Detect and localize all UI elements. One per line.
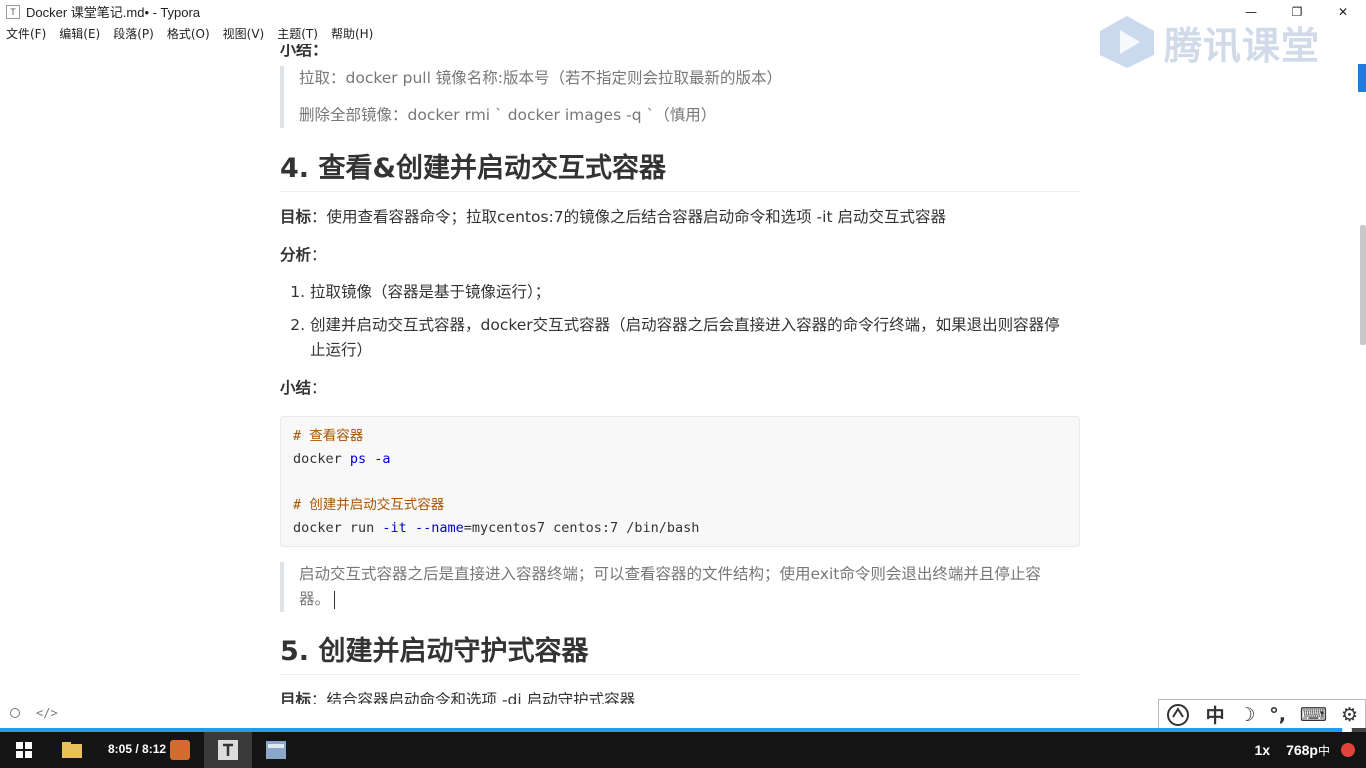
input-language[interactable]: 中 [1318, 742, 1330, 759]
summary-colon: ： [311, 379, 327, 397]
menu-view[interactable]: 视图(V) [223, 25, 265, 42]
goal-paragraph: 目标：使用查看容器命令；拉取centos:7的镜像之后结合容器启动命令和选项 -… [280, 205, 946, 230]
play-logo-icon [1099, 16, 1154, 68]
list-item: 1. 拉取镜像（容器是基于镜像运行）； [280, 280, 1080, 305]
tencent-classroom-watermark: 腾讯课堂 [1096, 14, 1320, 70]
code-command: docker [293, 451, 350, 467]
code-option: --name [414, 520, 464, 536]
list-text: 拉取镜像（容器是基于镜像运行）； [310, 283, 551, 301]
list-number: 1. [290, 283, 305, 301]
list-text: 创建并启动交互式容器，docker交互式容器（启动容器之后会直接进入容器的命令行… [310, 316, 1060, 359]
side-panel-tab[interactable] [1358, 64, 1366, 92]
menu-format[interactable]: 格式(O) [167, 25, 210, 42]
ime-chinese-mode[interactable]: 中 [1206, 701, 1225, 728]
vertical-scrollbar-thumb[interactable] [1360, 225, 1366, 345]
ime-halfwidth-icon[interactable]: ☽ [1238, 704, 1255, 726]
gear-icon[interactable]: ⚙ [1341, 704, 1358, 726]
code-option: -a [366, 451, 391, 467]
analysis-label: 分析 [280, 246, 312, 264]
ime-toolbar: 中 ☽ °, ⌨ ⚙ [1158, 699, 1366, 730]
status-bar: </> [10, 706, 58, 720]
taskbar-terminal-icon[interactable] [252, 732, 300, 768]
taskbar: 8:05 / 8:12 1x 768p 中 [0, 732, 1366, 768]
heading-4: 4. 查看&创建并启动交互式容器 [280, 146, 1080, 192]
outline-toggle-icon[interactable] [10, 708, 20, 718]
ime-punctuation-icon[interactable]: °, [1269, 704, 1286, 726]
quote-line: 启动交互式容器之后是直接进入容器终端；可以查看容器的文件结构；使用exit命令则… [299, 565, 1041, 608]
quote-line: 拉取：docker pull 镜像名称:版本号（若不指定则会拉取最新的版本） [299, 69, 783, 87]
menu-help[interactable]: 帮助(H) [331, 25, 373, 42]
heading-5: 5. 创建并启动守护式容器 [280, 629, 1080, 675]
summary-paragraph: 小结： [280, 376, 327, 401]
code-line: # 查看容器 [293, 425, 1067, 448]
code-block[interactable]: # 查看容器 docker ps -a # 创建并启动交互式容器 docker … [280, 416, 1080, 547]
goal-text: ：结合容器启动命令和选项 -di 启动守护式容器 [311, 691, 636, 704]
menu-file[interactable]: 文件(F) [6, 25, 46, 42]
menu-paragraph[interactable]: 段落(P) [113, 25, 154, 42]
goal-text: ：使用查看容器命令；拉取centos:7的镜像之后结合容器启动命令和选项 -it… [311, 208, 946, 226]
code-line: docker run -it --name=mycentos7 centos:7… [293, 517, 1067, 540]
analysis-paragraph: 分析： [280, 243, 327, 268]
menu-theme[interactable]: 主题(T) [277, 25, 318, 42]
list-item: 2. 创建并启动交互式容器，docker交互式容器（启动容器之后会直接进入容器的… [280, 313, 1080, 363]
code-command: docker run [293, 520, 383, 536]
player-controls: 1x 768p 中 [1254, 732, 1356, 768]
video-resolution[interactable]: 768p [1286, 742, 1318, 758]
code-comment: # 查看容器 [293, 428, 364, 444]
code-line: docker ps -a [293, 448, 1067, 471]
editor-content[interactable]: 小结： 拉取：docker pull 镜像名称:版本号（若不指定则会拉取最新的版… [280, 44, 1080, 704]
keyboard-icon[interactable]: ⌨ [1300, 704, 1327, 726]
typora-window: T Docker 课堂笔记.md• - Typora — ❐ ✕ 文件(F) 编… [0, 0, 1366, 768]
goal-label: 目标 [280, 208, 312, 226]
summary-label: 小结 [280, 379, 312, 397]
code-keyword: ps [349, 451, 367, 467]
goal-label: 目标 [280, 691, 312, 704]
tray-app-icon[interactable] [1340, 742, 1356, 758]
taskbar-explorer-icon[interactable] [48, 732, 96, 768]
ime-logo-icon[interactable] [1166, 703, 1192, 727]
watermark-text: 腾讯课堂 [1163, 23, 1320, 68]
blockquote-summary: 拉取：docker pull 镜像名称:版本号（若不指定则会拉取最新的版本） 删… [280, 66, 782, 128]
video-time: 8:05 / 8:12 [108, 742, 167, 756]
code-line: # 创建并启动交互式容器 [293, 494, 1067, 517]
windows-start-icon[interactable] [0, 732, 48, 768]
playback-speed[interactable]: 1x [1254, 742, 1270, 758]
quote-line: 删除全部镜像：docker rmi ` docker images -q `（慎… [299, 106, 717, 124]
partial-heading: 小结： [280, 44, 329, 59]
code-args: =mycentos7 centos:7 /bin/bash [463, 520, 700, 536]
ordered-list: 1. 拉取镜像（容器是基于镜像运行）； 2. 创建并启动交互式容器，docker… [280, 280, 1080, 371]
close-button[interactable]: ✕ [1320, 0, 1366, 23]
menu-edit[interactable]: 编辑(E) [59, 25, 100, 42]
analysis-colon: ： [311, 246, 327, 264]
window-title: Docker 课堂笔记.md• - Typora [26, 5, 201, 20]
goal-paragraph: 目标：结合容器启动命令和选项 -di 启动守护式容器 [280, 688, 635, 704]
source-code-toggle[interactable]: </> [36, 706, 58, 720]
code-option: -it [382, 520, 407, 536]
blockquote-note[interactable]: 启动交互式容器之后是直接进入容器终端；可以查看容器的文件结构；使用exit命令则… [280, 562, 1080, 612]
text-cursor [334, 590, 336, 609]
code-comment: # 创建并启动交互式容器 [293, 497, 445, 513]
typora-app-icon: T [6, 4, 20, 19]
list-number: 2. [290, 316, 305, 334]
taskbar-typora-icon[interactable] [204, 732, 252, 768]
